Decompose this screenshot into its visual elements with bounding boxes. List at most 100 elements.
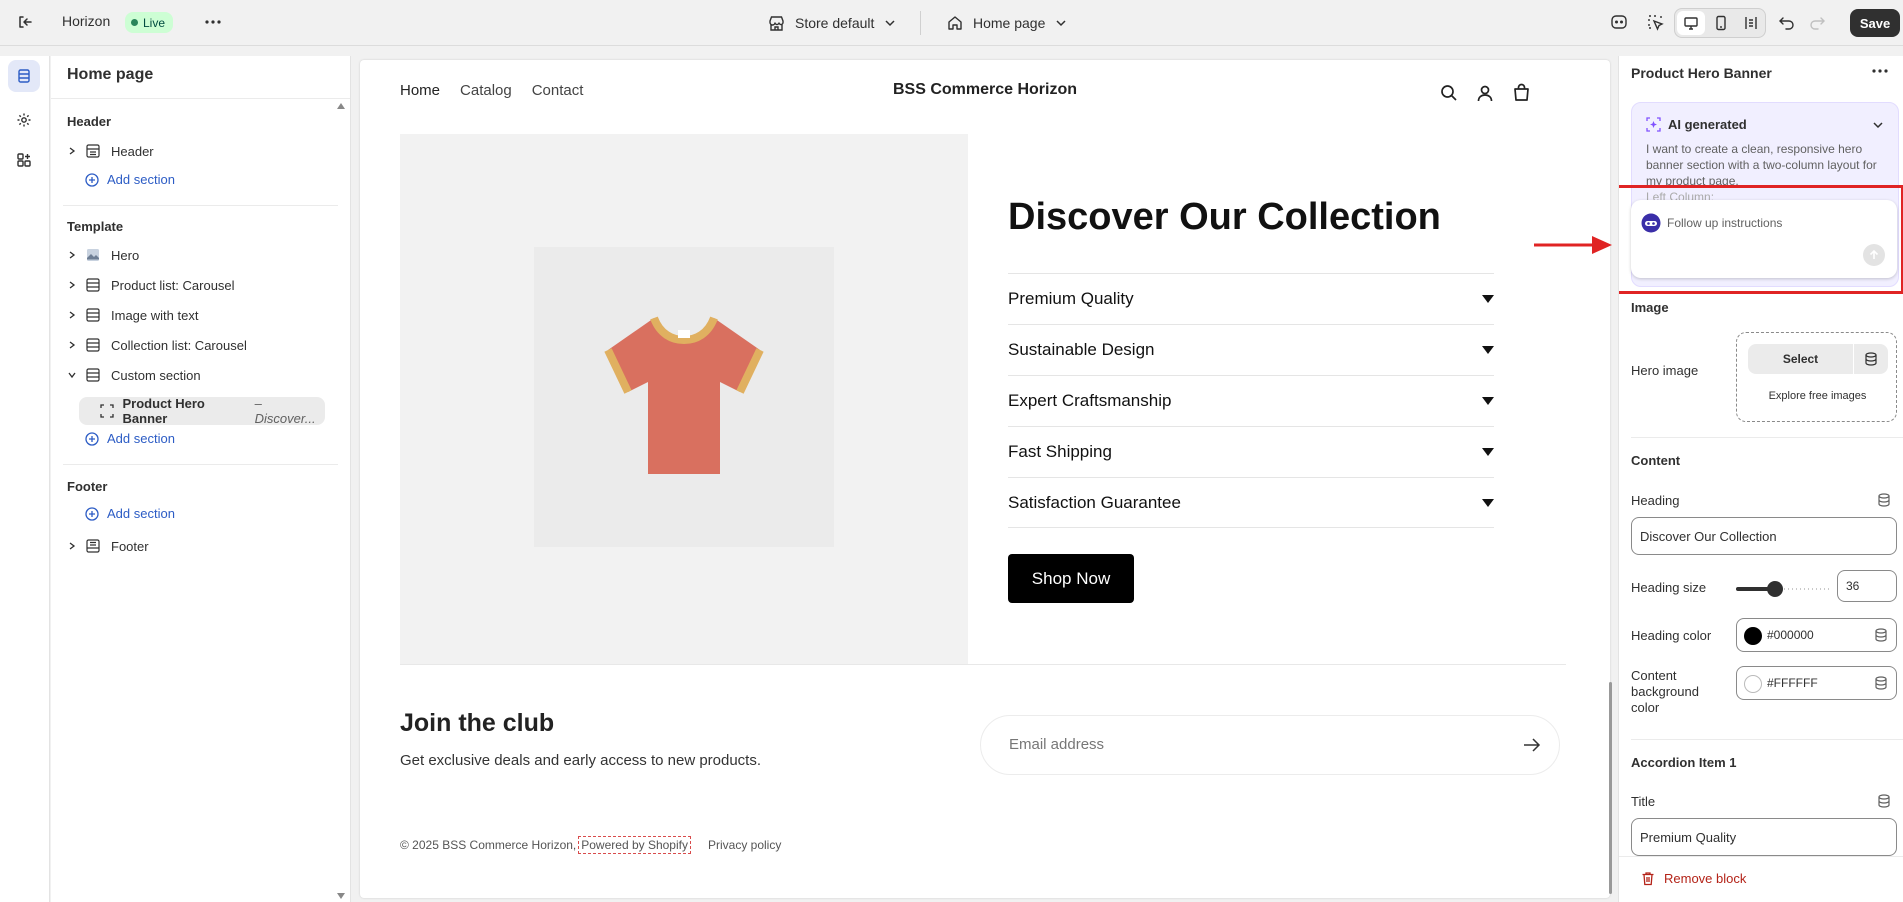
- sections-panel: Home page Header Header Add section Temp…: [51, 56, 351, 902]
- accordion-item[interactable]: Expert Craftsmanship: [1008, 375, 1494, 426]
- page-select[interactable]: Home page: [947, 12, 1067, 34]
- preview-scrollbar[interactable]: [1602, 56, 1612, 898]
- group-template-title: Template: [67, 219, 124, 234]
- section-row-custom-section[interactable]: Custom section: [63, 362, 335, 388]
- icon-rail: [0, 56, 50, 902]
- inspect-icon[interactable]: [1646, 13, 1664, 31]
- more-icon[interactable]: [1871, 68, 1889, 74]
- privacy-policy-link[interactable]: Privacy policy: [708, 838, 781, 852]
- divider: [63, 464, 338, 465]
- chevron-right-icon[interactable]: [63, 310, 81, 320]
- chevron-right-icon[interactable]: [63, 146, 81, 156]
- apps-icon[interactable]: [8, 144, 40, 176]
- ai-assist-icon[interactable]: [1610, 13, 1628, 31]
- accordion-item[interactable]: Sustainable Design: [1008, 324, 1494, 375]
- divider: [51, 98, 350, 99]
- exit-icon[interactable]: [16, 13, 34, 31]
- content-bg-color-label: Content background color: [1631, 668, 1699, 715]
- settings-icon[interactable]: [8, 104, 40, 136]
- undo-icon[interactable]: [1778, 13, 1796, 31]
- plus-circle-icon: [85, 431, 99, 446]
- image-section-title: Image: [1631, 300, 1669, 315]
- image-section-icon: [81, 248, 105, 262]
- chevron-right-icon[interactable]: [63, 250, 81, 260]
- database-icon[interactable]: [1874, 628, 1888, 642]
- store-select[interactable]: Store default: [768, 12, 896, 34]
- send-arrow-icon[interactable]: [1863, 244, 1885, 266]
- section-icon: [81, 368, 105, 382]
- remove-block-button[interactable]: Remove block: [1641, 871, 1746, 886]
- slider-thumb[interactable]: [1767, 581, 1784, 597]
- scrollbar-thumb[interactable]: [1609, 682, 1612, 894]
- divider: [920, 11, 921, 35]
- accordion-item[interactable]: Satisfaction Guarantee: [1008, 477, 1494, 528]
- database-icon[interactable]: [1877, 493, 1891, 507]
- redo-icon[interactable]: [1808, 13, 1826, 31]
- email-field[interactable]: Email address: [980, 715, 1560, 775]
- caret-down-icon: [1482, 397, 1494, 405]
- newsletter-title: Join the club: [400, 709, 555, 737]
- ai-avatar-icon: [1641, 213, 1661, 233]
- arrow-right-icon[interactable]: [1523, 737, 1541, 753]
- desktop-icon[interactable]: [1677, 11, 1705, 35]
- content-bg-color-picker[interactable]: #FFFFFF: [1736, 666, 1897, 700]
- accordion-item[interactable]: Fast Shipping: [1008, 426, 1494, 477]
- divider: [1631, 739, 1903, 740]
- block-row-product-hero-banner[interactable]: Product Hero Banner – Discover...: [79, 396, 325, 426]
- heading-color-label: Heading color: [1631, 628, 1712, 643]
- chevron-right-icon[interactable]: [63, 280, 81, 290]
- section-row-image-with-text[interactable]: Image with text: [63, 302, 335, 328]
- chevron-right-icon[interactable]: [63, 541, 81, 551]
- select-button[interactable]: Select: [1748, 344, 1854, 374]
- followup-input[interactable]: Follow up instructions: [1631, 200, 1897, 278]
- section-row-header[interactable]: Header: [63, 138, 335, 164]
- chevron-right-icon[interactable]: [63, 340, 81, 350]
- heading-input[interactable]: Discover Our Collection: [1631, 517, 1897, 555]
- section-row-collection-list[interactable]: Collection list: Carousel: [63, 332, 335, 358]
- section-row-hero[interactable]: Hero: [63, 242, 335, 268]
- heading-size-slider[interactable]: [1736, 581, 1830, 597]
- database-icon[interactable]: [1874, 676, 1888, 690]
- chevron-down-icon[interactable]: [1872, 119, 1884, 131]
- database-icon[interactable]: [1877, 794, 1891, 808]
- scroll-down-icon[interactable]: [336, 892, 346, 900]
- section-row-product-list[interactable]: Product list: Carousel: [63, 272, 335, 298]
- sections-icon[interactable]: [8, 60, 40, 92]
- dashed-block-icon: [95, 404, 119, 418]
- color-swatch[interactable]: [1744, 675, 1762, 693]
- explore-free-images-link[interactable]: Explore free images: [1737, 390, 1898, 402]
- cart-icon[interactable]: [1512, 83, 1531, 102]
- footer-section-icon: [81, 539, 105, 553]
- heading-size-input[interactable]: 36: [1837, 570, 1897, 602]
- account-icon[interactable]: [1476, 84, 1494, 102]
- add-section-template[interactable]: Add section: [85, 431, 175, 446]
- ai-sparkle-icon: [1646, 117, 1661, 132]
- shop-now-button[interactable]: Shop Now: [1008, 554, 1134, 603]
- settings-panel: Product Hero Banner AI generated I want …: [1618, 56, 1903, 902]
- chevron-down-icon[interactable]: [63, 370, 81, 380]
- title-input[interactable]: Premium Quality: [1631, 818, 1897, 856]
- mobile-icon[interactable]: [1707, 11, 1735, 35]
- panel-title: Home page: [67, 66, 154, 83]
- database-icon[interactable]: [1854, 344, 1888, 374]
- divider: [400, 664, 1566, 665]
- powered-by-link[interactable]: Powered by Shopify: [578, 836, 691, 854]
- section-row-footer[interactable]: Footer: [63, 533, 335, 559]
- more-icon[interactable]: [204, 13, 222, 31]
- add-section-header[interactable]: Add section: [85, 172, 175, 187]
- color-swatch[interactable]: [1744, 627, 1762, 645]
- storefront-preview: Home Catalog Contact BSS Commerce Horizo…: [360, 60, 1610, 898]
- plus-circle-icon: [85, 172, 99, 187]
- scroll-up-icon[interactable]: [336, 102, 346, 110]
- store-brand[interactable]: BSS Commerce Horizon: [360, 81, 1610, 99]
- section-icon: [81, 308, 105, 322]
- heading-color-picker[interactable]: #000000: [1736, 618, 1897, 652]
- hero-image-label: Hero image: [1631, 363, 1699, 378]
- accordion-item[interactable]: Premium Quality: [1008, 273, 1494, 324]
- search-icon[interactable]: [1440, 84, 1458, 102]
- save-button[interactable]: Save: [1850, 9, 1900, 37]
- content-section-title: Content: [1631, 453, 1681, 468]
- block-title: Product Hero Banner: [1631, 65, 1772, 81]
- add-section-footer[interactable]: Add section: [85, 506, 175, 521]
- fullscreen-icon[interactable]: [1737, 11, 1765, 35]
